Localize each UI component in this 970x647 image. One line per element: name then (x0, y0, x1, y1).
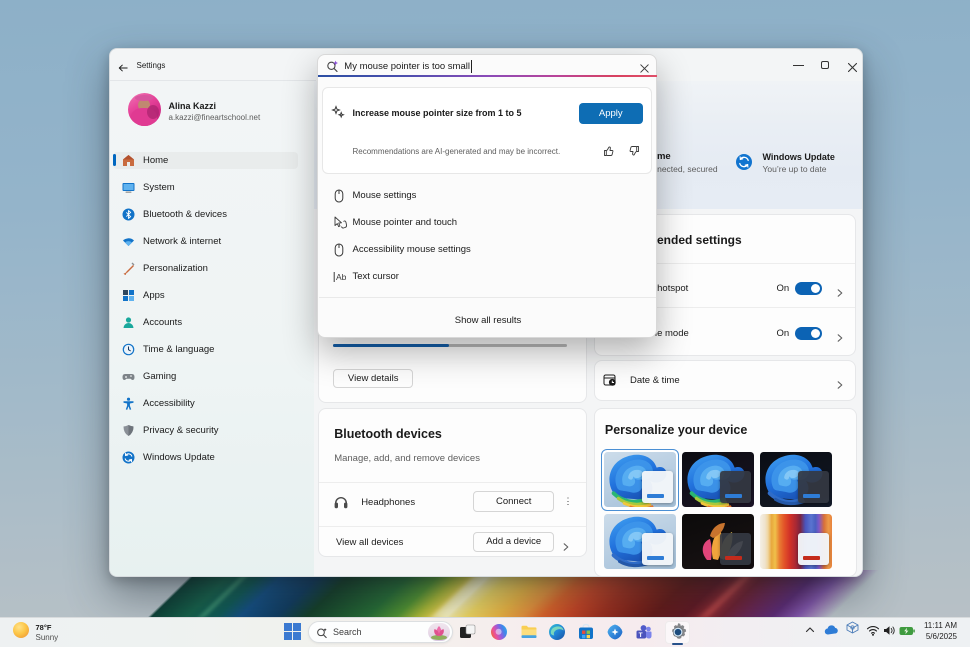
svg-text:Ab: Ab (336, 272, 347, 282)
